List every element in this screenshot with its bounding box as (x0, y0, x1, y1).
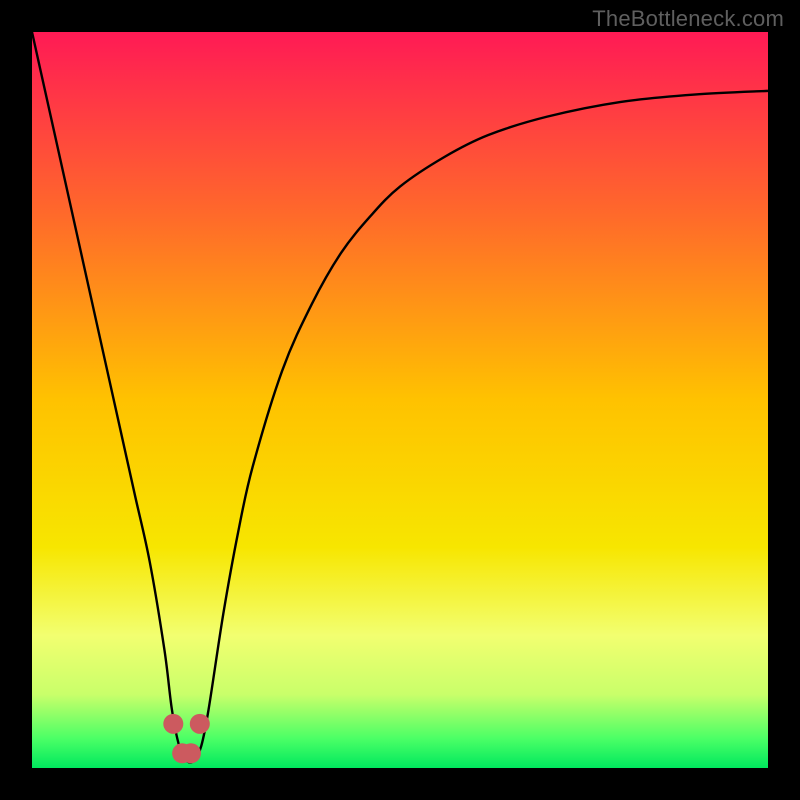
curve-marker (190, 714, 210, 734)
curve-svg (32, 32, 768, 768)
bottleneck-curve (32, 32, 768, 762)
plot-area (32, 32, 768, 768)
watermark-text: TheBottleneck.com (592, 6, 784, 32)
chart-frame: TheBottleneck.com (0, 0, 800, 800)
curve-marker (181, 743, 201, 763)
curve-marker (163, 714, 183, 734)
